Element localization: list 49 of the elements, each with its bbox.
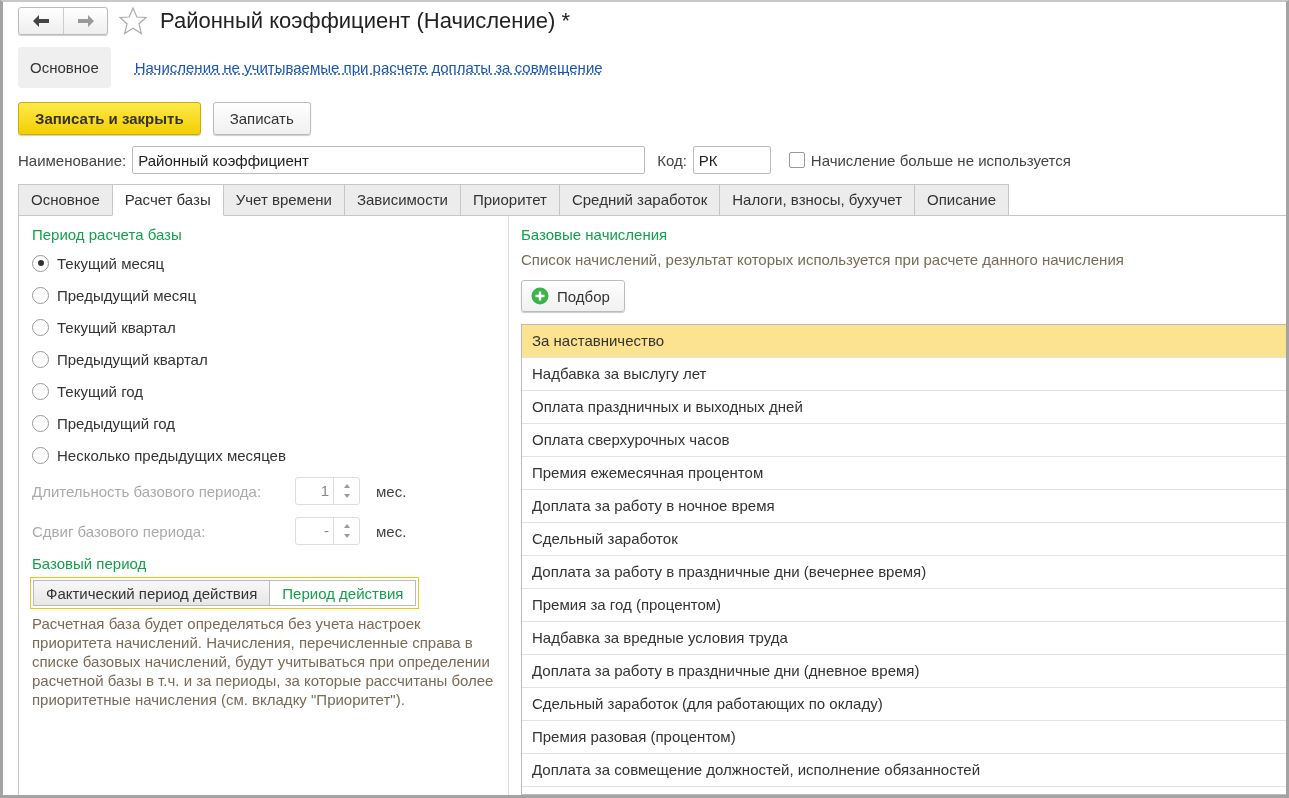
group-title: Период расчета базы — [32, 226, 183, 245]
hint-text: Список начислений, результат которых используется при расчете данного начисления — [521, 251, 1125, 268]
favorite-star-icon[interactable] — [118, 6, 148, 36]
spinner-label: Длительность базового периода: — [32, 482, 263, 500]
radio-button[interactable] — [32, 254, 49, 272]
code-field[interactable]: РК — [692, 146, 771, 174]
tab[interactable]: Описание — [914, 184, 1010, 216]
radio-label: Текущий месяц — [57, 254, 165, 272]
spinner-label: Сдвиг базового периода: — [32, 522, 207, 540]
name-label: Наименование: — [18, 151, 127, 169]
tab[interactable]: Налоги, взносы, бухучет — [719, 184, 916, 216]
group-title: Базовые начисления — [521, 226, 669, 245]
save-and-close-button[interactable]: Записать и закрыть — [18, 102, 201, 135]
radio-label: Текущий год — [57, 382, 144, 400]
note-text: Расчетная база будет определяться без учета настроек приоритета начислений. Начисления, перечисленные справа в списке базовых начислений, будут учитываться при определении расчетной базы в т.ч. и за периоды, за которые рассчитаны более приоритетные начисления (см. вкладку "Приоритет"). — [32, 614, 494, 709]
unused-label: Начисление больше не используется — [810, 151, 1071, 169]
tab[interactable]: Основное — [18, 184, 113, 216]
forward-arrow-icon — [77, 15, 94, 27]
code-label: Код: — [657, 151, 687, 169]
radio-label: Предыдущий месяц — [57, 286, 197, 304]
radio-button[interactable] — [32, 286, 49, 304]
section-tab[interactable]: Основное — [18, 46, 111, 88]
unused-checkbox[interactable] — [788, 152, 805, 168]
radio-button[interactable] — [32, 414, 49, 432]
radio-label: Предыдущий квартал — [57, 350, 208, 368]
radio-button[interactable] — [32, 350, 49, 368]
tab[interactable]: Средний заработок — [558, 184, 721, 216]
name-field[interactable]: Районный коэффициент — [132, 146, 646, 174]
period-option[interactable]: Фактический период действия — [33, 580, 271, 606]
radio-button[interactable] — [32, 446, 49, 464]
section-link[interactable]: Начисления не учитываемые при расчете доплаты за совмещение — [122, 46, 615, 88]
pick-button[interactable]: Подбор — [521, 280, 625, 312]
window-title: Районный коэффициент (Начисление) * — [160, 8, 570, 34]
tab[interactable]: Учет времени — [222, 184, 345, 216]
list-row[interactable]: За наставничество — [522, 325, 1286, 358]
radio-button[interactable] — [32, 382, 49, 400]
radio-button[interactable] — [32, 318, 49, 336]
tab[interactable]: Зависимости — [343, 184, 461, 216]
tab[interactable]: Расчет базы — [111, 184, 224, 216]
plus-icon — [531, 287, 549, 305]
save-button[interactable]: Записать — [212, 102, 311, 135]
group-title: Базовый период — [32, 555, 148, 574]
radio-label: Предыдущий год — [57, 414, 176, 432]
radio-label: Текущий квартал — [57, 318, 176, 336]
unit-label: мес. — [376, 482, 407, 500]
unit-label: мес. — [376, 522, 407, 540]
tab[interactable]: Приоритет — [459, 184, 560, 216]
radio-label: Несколько предыдущих месяцев — [57, 446, 286, 464]
back-arrow-icon — [33, 15, 49, 27]
